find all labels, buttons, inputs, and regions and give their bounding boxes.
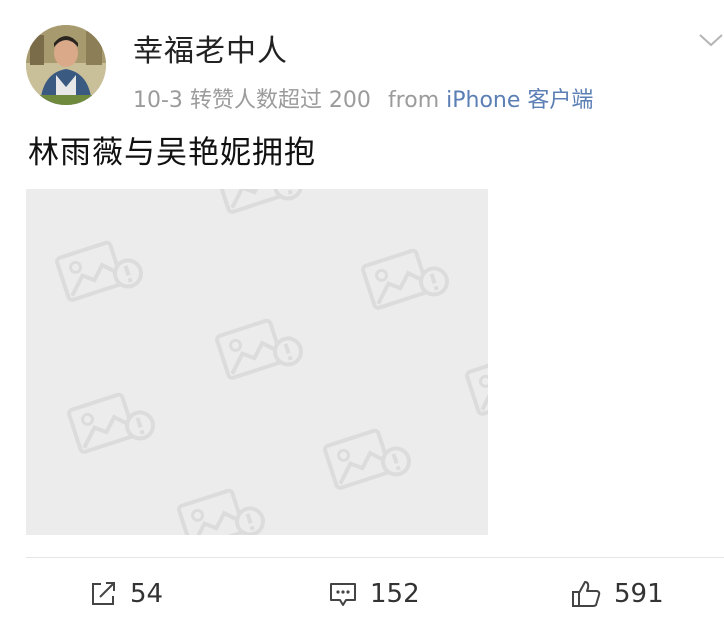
post-image-placeholder[interactable] (26, 189, 488, 535)
reposts-note: 转赞人数超过 200 (189, 88, 371, 113)
image-placeholder-icon (322, 421, 415, 496)
image-placeholder-icon (66, 385, 159, 460)
image-placeholder-icon (54, 233, 147, 308)
image-placeholder-icon (214, 311, 307, 386)
chevron-down-icon[interactable] (697, 30, 724, 50)
post-date: 10-3 (133, 88, 183, 113)
divider (26, 557, 724, 558)
like-count: 591 (614, 579, 664, 609)
like-button[interactable]: 591 (570, 574, 664, 614)
image-placeholder-icon (360, 241, 453, 316)
share-button[interactable]: 54 (88, 574, 163, 614)
username[interactable]: 幸福老中人 (133, 26, 288, 70)
avatar[interactable] (26, 25, 106, 105)
source-link[interactable]: iPhone 客户端 (446, 88, 593, 113)
image-placeholder-icon (176, 481, 269, 535)
comment-icon (328, 579, 358, 609)
comment-button[interactable]: 152 (328, 574, 420, 614)
image-placeholder-icon (214, 189, 307, 220)
comment-count: 152 (370, 579, 420, 609)
from-label: from (387, 88, 440, 113)
share-icon (88, 579, 118, 609)
share-count: 54 (130, 579, 164, 609)
image-placeholder-icon (464, 347, 488, 422)
thumbs-up-icon (570, 578, 602, 610)
post-meta: 10-3 转赞人数超过 200 from iPhone 客户端 (133, 82, 593, 114)
post-text: 林雨薇与吴艳妮拥抱 (28, 135, 316, 171)
